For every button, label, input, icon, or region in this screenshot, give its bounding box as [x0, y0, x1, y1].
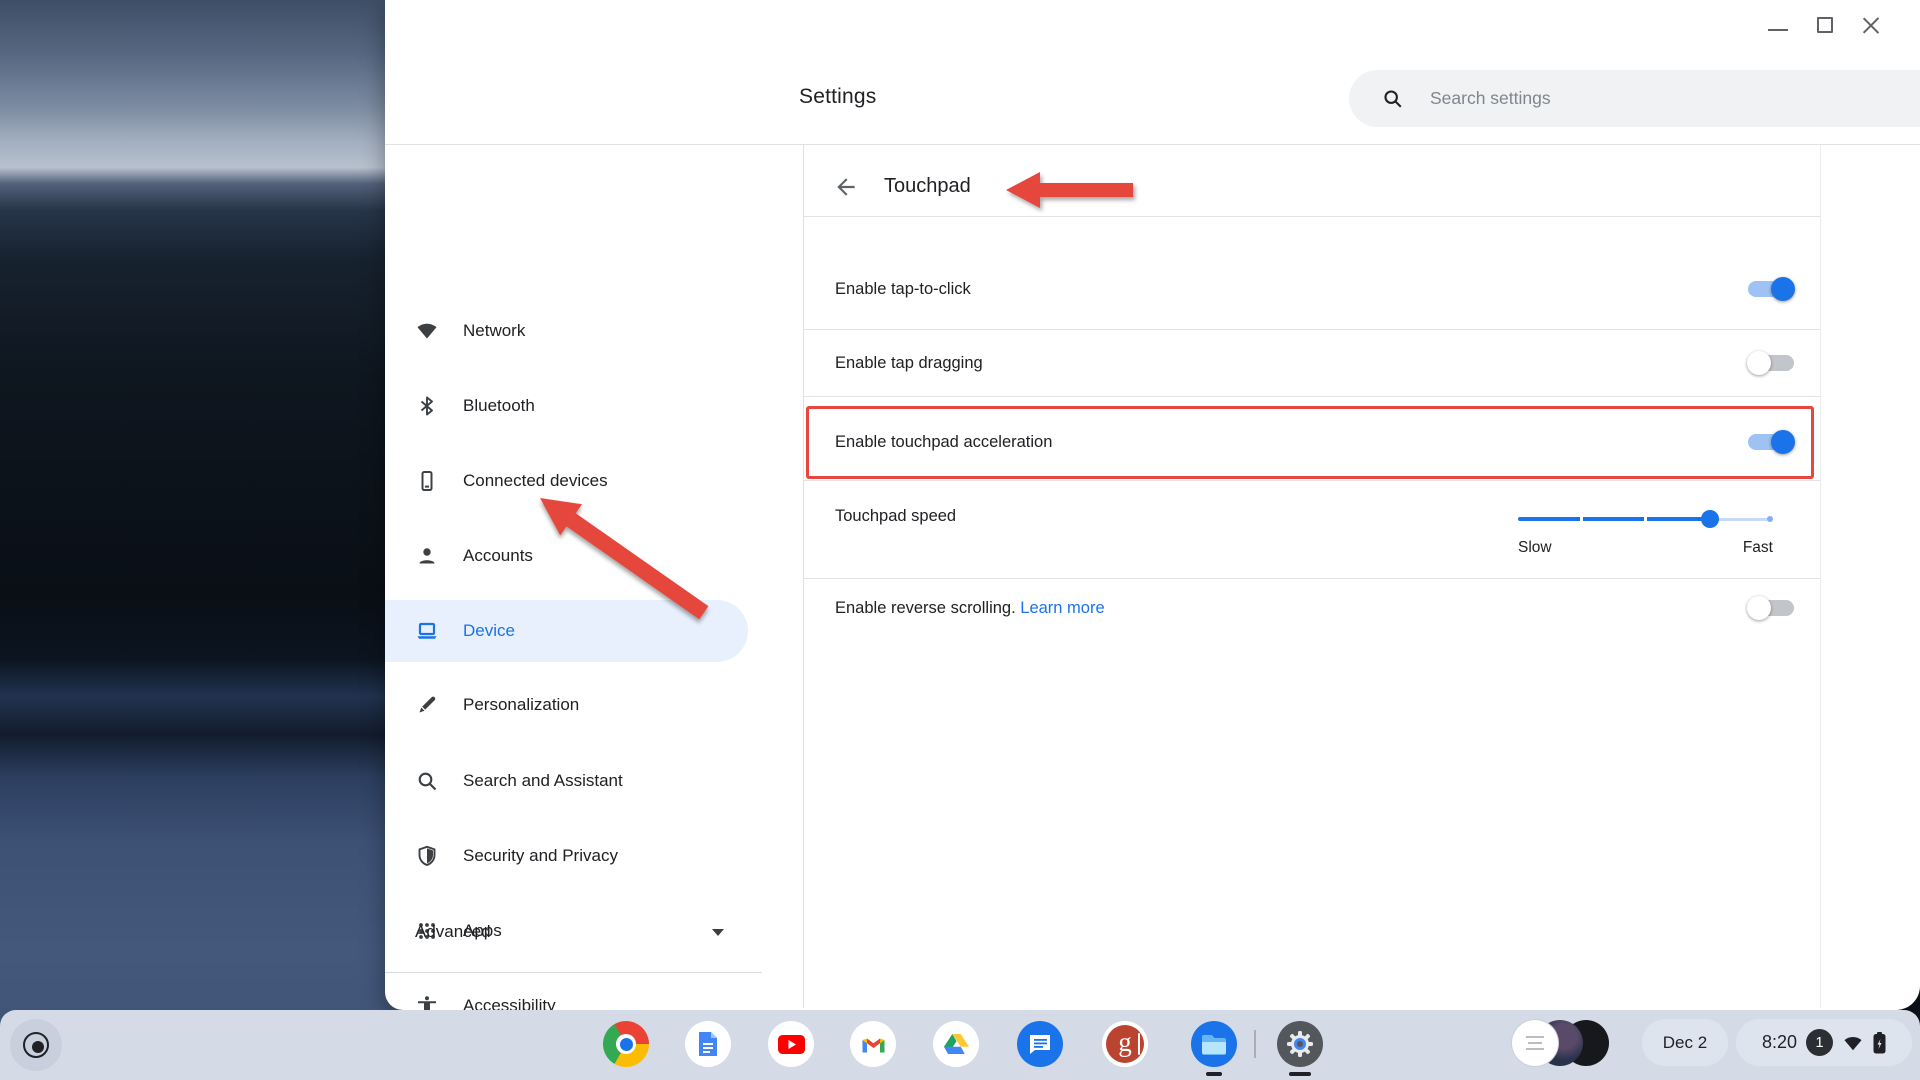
pen-icon	[419, 696, 436, 713]
close-icon[interactable]	[1862, 16, 1880, 34]
row-divider	[804, 396, 1820, 397]
touchpad-speed-label: Touchpad speed	[835, 507, 957, 525]
sidebar: Network Bluetooth Connected devices Acco…	[385, 144, 803, 1016]
app-title: Settings	[799, 85, 877, 108]
slider-end-tick	[1767, 516, 1773, 522]
slider-max-label: Fast	[1742, 539, 1773, 556]
search-input[interactable]: Search settings	[1349, 70, 1920, 127]
toggle-thumb	[1771, 277, 1795, 301]
search-icon	[1384, 90, 1402, 108]
launcher-button[interactable]	[10, 1019, 62, 1071]
setting-row-tap-to-click: Enable tap-to-click	[804, 257, 1820, 321]
touchpad-speed-slider[interactable]	[1518, 510, 1773, 528]
toggle-tap-dragging[interactable]	[1747, 351, 1794, 375]
sidebar-item-network[interactable]: Network	[385, 300, 748, 362]
sidebar-item-connected-devices[interactable]: Connected devices	[385, 450, 748, 512]
settings-gear-icon[interactable]	[1277, 1021, 1323, 1067]
content-right-edge	[1820, 145, 1821, 1008]
slider-remainder	[1714, 517, 1770, 521]
window-controls	[1750, 0, 1920, 50]
docs-icon[interactable]	[685, 1021, 731, 1067]
drive-icon[interactable]	[933, 1021, 979, 1067]
clock: 8:20	[1761, 1032, 1798, 1052]
chrome-icon[interactable]	[603, 1021, 649, 1067]
row-divider	[804, 480, 1820, 481]
sidebar-item-security-privacy[interactable]: Security and Privacy	[385, 825, 748, 887]
laptop-icon	[417, 622, 437, 639]
calendar-date-button[interactable]: Dec 2	[1642, 1019, 1728, 1066]
running-indicator-settings	[1289, 1072, 1311, 1076]
toggle-thumb	[1747, 596, 1771, 620]
sidebar-item-search-assistant[interactable]: Search and Assistant	[385, 750, 748, 812]
running-indicator-files	[1206, 1072, 1222, 1076]
magnifier-icon	[418, 772, 437, 791]
back-arrow-icon[interactable]	[833, 174, 859, 200]
toggle-tap-to-click[interactable]	[1748, 277, 1795, 301]
row-divider	[804, 216, 1820, 217]
sidebar-advanced-toggle[interactable]: Advanced	[385, 901, 760, 963]
wifi-icon	[417, 323, 437, 339]
youtube-icon[interactable]	[768, 1021, 814, 1067]
toggle-thumb	[1747, 351, 1771, 375]
slider-minmax-labels: Slow Fast	[1518, 539, 1773, 557]
shield-icon	[418, 845, 436, 867]
sidebar-item-accounts[interactable]: Accounts	[385, 525, 748, 587]
google-g-icon[interactable]: g	[1102, 1021, 1148, 1067]
row-divider	[804, 329, 1820, 330]
bluetooth-icon	[420, 396, 433, 416]
person-icon	[419, 548, 435, 564]
toggle-reverse-scrolling[interactable]	[1747, 596, 1794, 620]
shelf: g Dec 2 8:20 1	[0, 1010, 1920, 1080]
setting-row-reverse-scrolling: Enable reverse scrolling. Learn more	[804, 576, 1820, 640]
slider-tick	[1644, 516, 1647, 522]
setting-row-touchpad-acceleration: Enable touchpad acceleration	[804, 410, 1820, 474]
sidebar-item-personalization[interactable]: Personalization	[385, 674, 748, 736]
learn-more-link[interactable]: Learn more	[1020, 599, 1104, 617]
wifi-status-icon	[1844, 1036, 1862, 1050]
slider-thumb[interactable]	[1701, 510, 1719, 528]
smartphone-icon	[421, 471, 433, 491]
messages-icon[interactable]	[1017, 1021, 1063, 1067]
search-placeholder: Search settings	[1430, 88, 1551, 108]
battery-charging-icon	[1873, 1031, 1886, 1053]
gmail-icon[interactable]	[850, 1021, 896, 1067]
page-title: Touchpad	[884, 175, 971, 197]
slider-fill	[1518, 517, 1710, 521]
slider-tick	[1580, 516, 1583, 522]
toggle-touchpad-acceleration[interactable]	[1748, 430, 1795, 454]
sidebar-item-bluetooth[interactable]: Bluetooth	[385, 375, 748, 437]
notification-badge: 1	[1806, 1029, 1834, 1056]
toggle-thumb	[1771, 430, 1795, 454]
desktop: Settings Search settings Network Bluetoo…	[0, 0, 1920, 1080]
launcher-icon	[23, 1032, 49, 1058]
slider-min-label: Slow	[1518, 539, 1552, 556]
files-icon[interactable]	[1191, 1021, 1237, 1067]
sidebar-item-device[interactable]: Device	[385, 600, 748, 662]
holding-space-preview[interactable]	[1512, 1020, 1558, 1066]
minimize-icon[interactable]	[1768, 29, 1788, 31]
chevron-down-icon	[712, 928, 724, 936]
maximize-icon[interactable]	[1817, 17, 1833, 33]
shelf-separator	[1254, 1030, 1256, 1058]
setting-row-tap-dragging: Enable tap dragging	[804, 331, 1820, 395]
sidebar-bottom-divider	[385, 972, 762, 973]
system-tray[interactable]: 8:20 1	[1736, 1019, 1912, 1066]
